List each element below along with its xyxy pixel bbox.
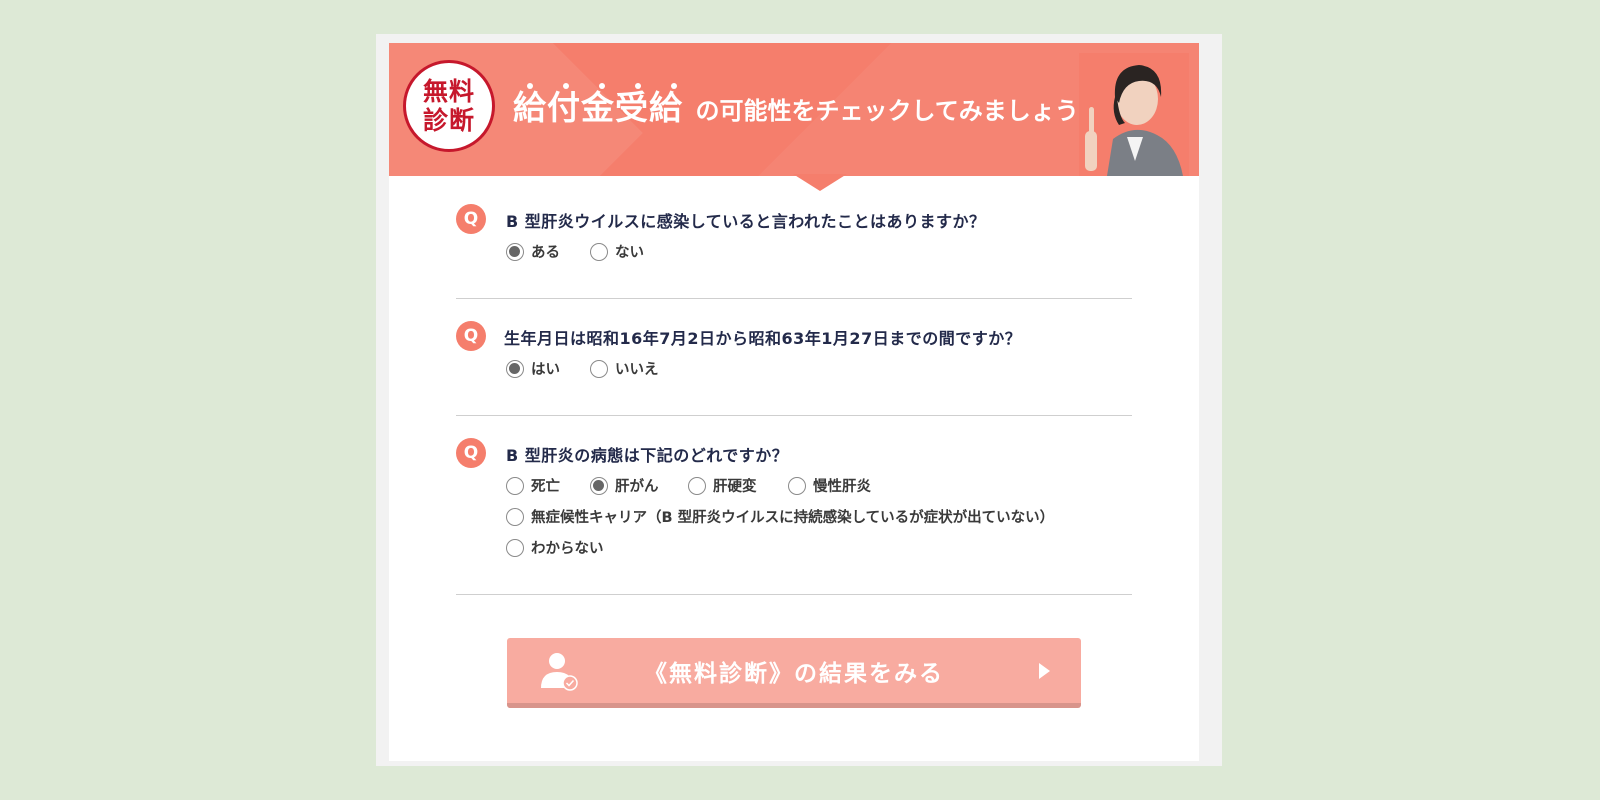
headline-emphasis: 給付金受給 [513,83,696,127]
divider [456,298,1132,299]
radio-button[interactable] [590,359,608,378]
advisor-photo [1079,53,1189,176]
view-result-button[interactable]: 《無料診断》の結果をみる [507,638,1081,708]
radio-button[interactable] [506,476,524,495]
divider [456,415,1132,416]
question-icon: Q [456,204,486,234]
question-1: Q B 型肝炎ウイルスに感染していると言われたことはありますか？ ある ない [456,204,1132,264]
badge-line-2: 診断 [422,106,475,135]
radio-button[interactable] [590,242,608,261]
header-pointer [793,174,847,191]
question-text: B 型肝炎の病態は下記のどれですか？ [506,446,789,465]
question-text: B 型肝炎ウイルスに感染していると言われたことはありますか？ [506,212,986,231]
question-2: Q 生年月日は昭和16年7月2日から昭和63年1月27日までの間ですか？ はい … [456,321,1132,381]
radio-button[interactable] [788,476,806,495]
emphasis-dots [527,83,677,91]
option-hai[interactable]: はい [506,358,560,379]
option-mushoukousei-carrier[interactable]: 無症候性キャリア（B 型肝炎ウイルスに持続感染しているが症状が出ていない） [506,506,1054,527]
button-label: 《無料診断》の結果をみる [644,660,944,687]
diagnosis-form: 無料 診断 給付金受給 の可能性をチェックしてみましょう! Q B 型肝炎ウイル… [389,43,1199,761]
option-aru[interactable]: ある [506,241,560,262]
free-diagnosis-badge: 無料 診断 [403,60,495,152]
play-icon [1039,663,1050,679]
option-kangan[interactable]: 肝がん [590,475,659,496]
question-text: 生年月日は昭和16年7月2日から昭和63年1月27日までの間ですか？ [504,329,1022,348]
radio-button[interactable] [506,359,524,378]
radio-button[interactable] [506,538,524,557]
page-title: 給付金受給 の可能性をチェックしてみましょう! [513,81,1090,129]
question-icon: Q [456,321,486,351]
question-icon: Q [456,438,486,468]
radio-button[interactable] [688,476,706,495]
form-header: 無料 診断 給付金受給 の可能性をチェックしてみましょう! [389,43,1199,176]
badge-line-1: 無料 [422,77,475,106]
radio-button[interactable] [590,476,608,495]
divider [456,594,1132,595]
option-kankouhen[interactable]: 肝硬変 [688,475,757,496]
radio-button[interactable] [506,507,524,526]
option-wakaranai[interactable]: わからない [506,537,604,558]
option-shibou[interactable]: 死亡 [506,475,560,496]
radio-button[interactable] [506,242,524,261]
question-3: Q B 型肝炎の病態は下記のどれですか？ 死亡 肝がん 肝硬変 慢性肝炎 無症候… [456,438,1132,568]
option-nai[interactable]: ない [590,241,644,262]
option-iie[interactable]: いいえ [590,358,659,379]
headline-rest: の可能性をチェックしてみましょう! [695,97,1090,125]
option-mansei-kanen[interactable]: 慢性肝炎 [788,475,871,496]
